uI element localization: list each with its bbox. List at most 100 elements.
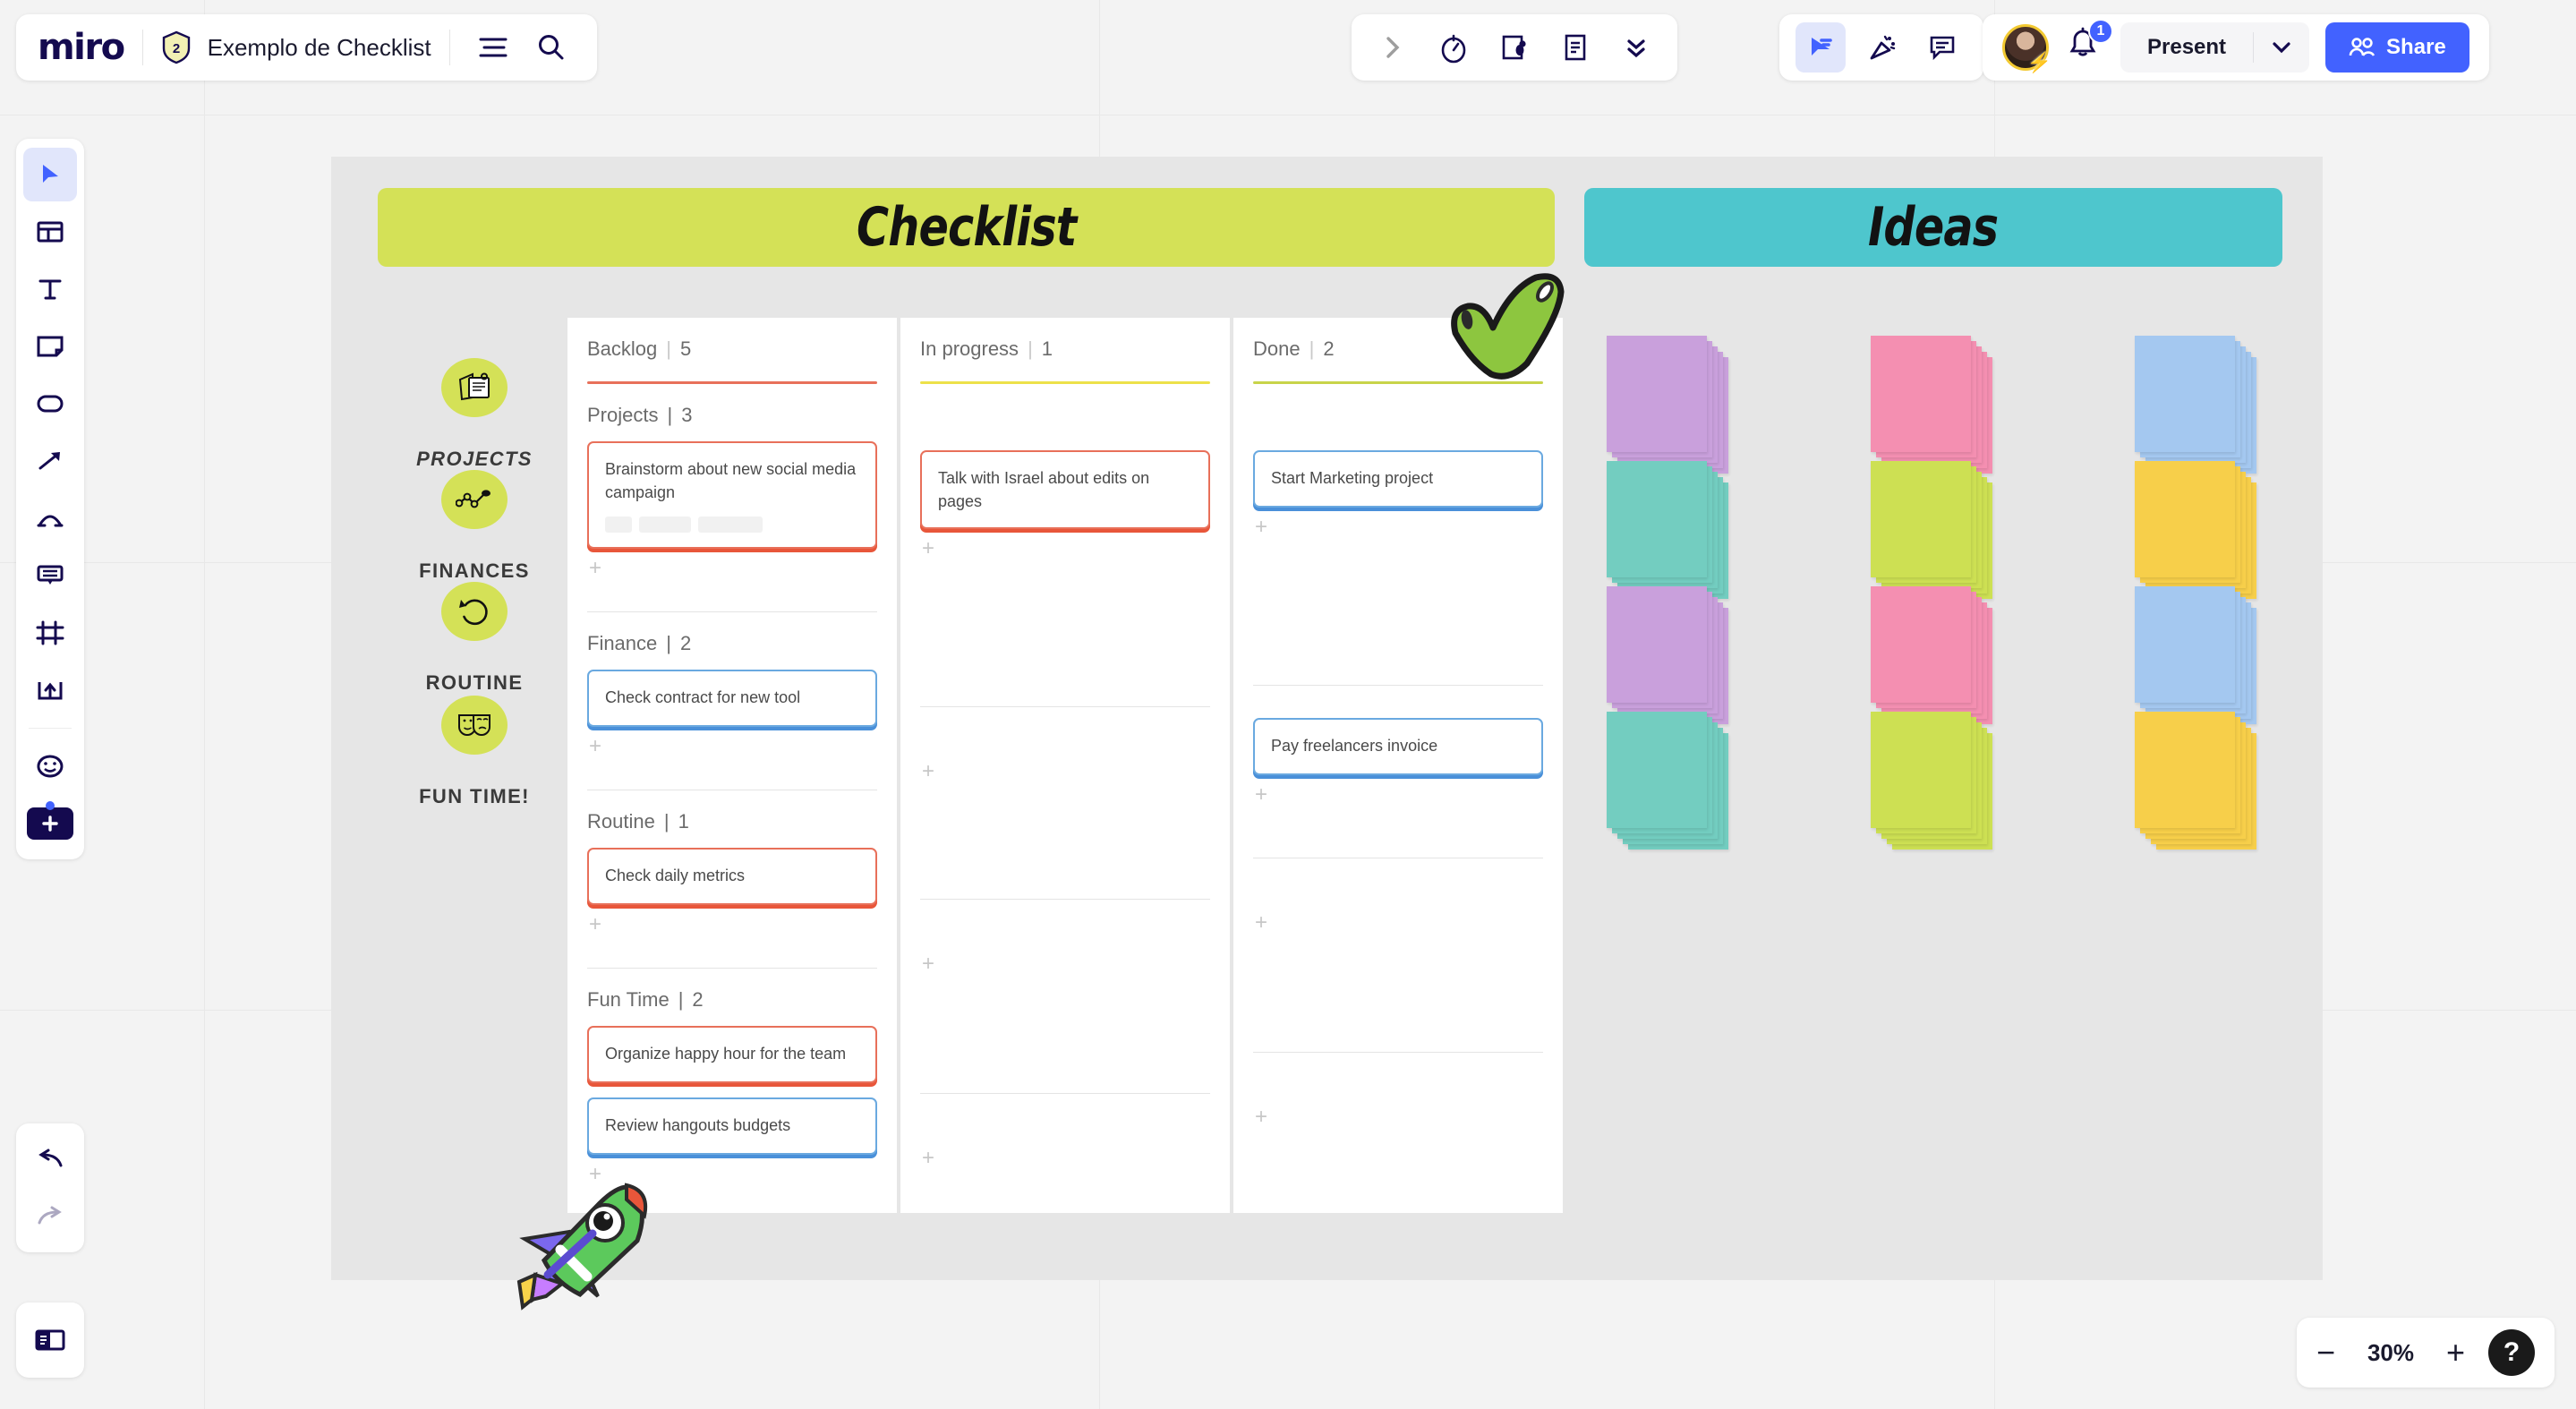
banner-checklist[interactable]: Checklist [378,188,1555,267]
green-checkmark-sticker[interactable] [1441,269,1575,385]
templates-tool[interactable] [23,205,77,259]
search-icon[interactable] [525,22,576,73]
sticky-note[interactable] [2135,461,2235,577]
lightning-bolt-icon: ⚡ [2026,51,2051,73]
present-button[interactable]: Present [2120,22,2253,73]
hamburger-menu-icon[interactable] [468,22,518,73]
kanban-card[interactable]: Check daily metrics [587,848,877,906]
group-count: 3 [681,404,693,426]
add-card-label: + [1255,1105,1268,1129]
chevron-double-down-icon[interactable] [1611,22,1661,73]
help-button[interactable]: ? [2488,1329,2535,1376]
add-card-button[interactable]: + [587,727,877,766]
upload-tool[interactable] [23,663,77,717]
add-card-button[interactable]: + [1253,508,1543,547]
group-header-projects: Projects | 3 [587,404,877,427]
notifications-button[interactable]: 1 [2065,19,2113,69]
card-text: Review hangouts budgets [605,1116,791,1135]
add-card-button[interactable]: + [1253,775,1543,815]
sticky-note[interactable] [2135,336,2235,452]
sticky-note[interactable] [1871,586,1971,703]
undo-button[interactable] [23,1132,77,1186]
sticky-note-stack[interactable] [2135,336,2256,474]
shapes-tool[interactable] [23,377,77,431]
kanban-card[interactable]: Organize happy hour for the team [587,1026,877,1084]
add-card-button[interactable]: + [920,944,1210,984]
select-tool[interactable] [23,148,77,201]
sticky-note[interactable] [1607,336,1707,452]
party-popper-icon[interactable] [1856,22,1906,73]
sticky-note-stack[interactable] [2135,461,2256,600]
kanban-card[interactable]: Check contract for new tool [587,670,877,728]
add-card-button[interactable]: + [920,752,1210,791]
banner-ideas[interactable]: Ideas [1584,188,2282,267]
category-projects[interactable]: PROJECTS [385,358,564,471]
kanban-card[interactable]: Talk with Israel about edits on pages [920,450,1210,530]
user-avatar[interactable]: ⚡ [2002,24,2051,73]
pen-tool[interactable] [23,491,77,545]
zoom-level-label[interactable]: 30% [2358,1339,2423,1367]
add-card-button[interactable]: + [587,905,877,944]
share-button[interactable]: Share [2325,22,2469,73]
add-card-button[interactable]: + [920,1139,1210,1178]
group-header-fun-time: Fun Time | 2 [587,988,877,1012]
sticky-note[interactable] [1607,461,1707,577]
kanban-card[interactable]: Pay freelancers invoice [1253,718,1543,775]
sticky-note-stack[interactable] [2135,712,2256,850]
sticky-note[interactable] [1871,712,1971,828]
sticky-note-stack[interactable] [1871,461,1992,600]
kanban-card[interactable]: Review hangouts budgets [587,1097,877,1156]
sticky-note-stack[interactable] [1607,712,1728,850]
cursor-select-icon[interactable] [1796,22,1846,73]
sticky-note-stack[interactable] [1871,586,1992,725]
side-panel-toggle[interactable] [23,1313,77,1367]
sticky-note-stack[interactable] [1871,712,1992,850]
category-routine[interactable]: ROUTINE [385,582,564,695]
sticky-note-stack[interactable] [1607,461,1728,600]
comment-icon[interactable] [1917,22,1967,73]
category-finances[interactable]: FINANCES [385,470,564,583]
chevron-right-icon[interactable] [1368,22,1418,73]
sticker-tool[interactable] [23,739,77,793]
column-divider: | [1028,337,1033,360]
text-tool[interactable] [23,262,77,316]
kanban-card[interactable]: Brainstorm about new social media campai… [587,441,877,550]
sticky-note[interactable] [1871,461,1971,577]
kanban-column-done[interactable]: Done | 2 Start Marketing project + Pay f… [1233,318,1563,1213]
sticky-note-stack[interactable] [1607,586,1728,725]
apps-tool[interactable] [23,797,77,850]
miro-logo[interactable]: miro [38,27,125,68]
rocket-sticker[interactable] [492,1164,671,1325]
comment-tool[interactable] [23,549,77,602]
add-card-button[interactable]: + [1253,903,1543,943]
sticky-note[interactable] [2135,586,2235,703]
add-card-button[interactable]: + [920,529,1210,568]
sticky-note-stack[interactable] [1871,336,1992,474]
page-title[interactable]: Exemplo de Checklist [208,34,431,62]
sticky-note[interactable] [1871,336,1971,452]
kanban-card[interactable]: Start Marketing project [1253,450,1543,508]
kanban-column-in-progress[interactable]: In progress | 1 Talk with Israel about e… [900,318,1230,1213]
sticky-note-stack[interactable] [2135,586,2256,725]
panel-toolbar [16,1302,84,1378]
add-card-button[interactable]: + [1253,1097,1543,1137]
sticky-note-stack[interactable] [1607,336,1728,474]
category-fun-time[interactable]: FUN TIME! [385,696,564,808]
add-card-button[interactable]: + [587,549,877,588]
sticky-note[interactable] [1607,586,1707,703]
zoom-out-button[interactable]: − [2316,1336,2335,1369]
sticky-note-tool[interactable] [23,320,77,373]
kanban-column-backlog[interactable]: Backlog | 5 Projects | 3 Brainstorm abou… [567,318,897,1213]
sticky-note[interactable] [1607,712,1707,828]
connector-tool[interactable] [23,434,77,488]
redo-button[interactable] [23,1190,77,1243]
frame-tool[interactable] [23,606,77,660]
timer-icon[interactable] [1429,22,1479,73]
banner-ideas-title: Ideas [1868,196,1999,259]
voting-icon[interactable] [1489,22,1540,73]
zoom-in-button[interactable]: + [2446,1336,2465,1369]
shield-icon[interactable]: 2 [161,30,192,64]
chevron-down-icon[interactable] [2254,22,2309,73]
notes-icon[interactable] [1550,22,1600,73]
sticky-note[interactable] [2135,712,2235,828]
